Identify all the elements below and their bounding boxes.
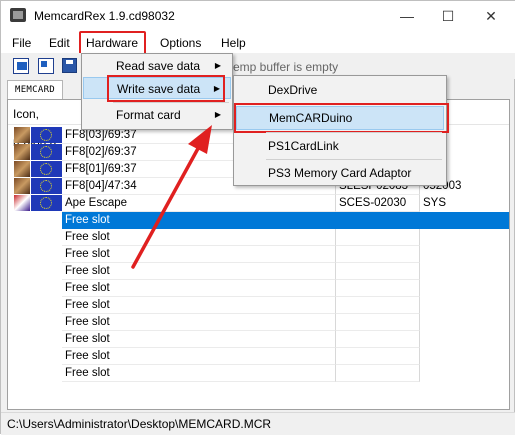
save-row[interactable]: Free slot [8, 212, 509, 229]
menu-hardware[interactable]: Hardware [79, 31, 146, 55]
row-icons [14, 178, 62, 195]
menu-file[interactable]: File [10, 34, 33, 52]
close-button[interactable]: ✕ [471, 3, 511, 29]
row-title: Free slot [62, 263, 336, 280]
hardware-dropdown: Read save data ▶ Write save data ▶ Forma… [81, 53, 233, 130]
menu-item-write-save-data[interactable]: Write save data ▶ [83, 75, 231, 102]
eu-flag-icon [31, 195, 62, 211]
row-title: Free slot [62, 212, 336, 229]
row-title: Free slot [62, 348, 336, 365]
row-region [420, 297, 509, 314]
row-region [420, 246, 509, 263]
submenu-arrow-icon: ▶ [214, 110, 221, 119]
open-card-icon[interactable] [38, 58, 54, 74]
row-icons [14, 195, 62, 212]
memory-card-app-icon [10, 8, 26, 22]
save-row[interactable]: Free slot [8, 297, 509, 314]
menu-help[interactable]: Help [219, 34, 248, 52]
menu-item-read-save-data[interactable]: Read save data ▶ [83, 55, 231, 77]
row-title: Free slot [62, 297, 336, 314]
menu-item-label: Read save data [116, 59, 201, 73]
row-product-code [336, 229, 420, 246]
row-region [420, 280, 509, 297]
menu-item-label: Format card [116, 108, 181, 122]
ff8-save-icon [14, 144, 30, 160]
annotation-highlight-box [234, 103, 449, 133]
menu-edit[interactable]: Edit [47, 34, 72, 52]
row-product-code: SCES-02030 [336, 195, 420, 212]
row-region [420, 348, 509, 365]
annotation-highlight-box [107, 75, 225, 102]
menu-separator [266, 159, 442, 160]
header-icon-region[interactable]: Icon, region a [10, 100, 62, 149]
eu-flag-icon [31, 178, 62, 194]
row-product-code [336, 365, 420, 382]
row-icons [14, 161, 62, 178]
annotation-highlight-box [79, 31, 146, 55]
submenu-item-ps1cardlink[interactable]: PS1CardLink [236, 134, 444, 158]
save-row[interactable]: Free slot [8, 314, 509, 331]
row-region [420, 229, 509, 246]
row-product-code [336, 212, 420, 229]
save-row[interactable]: Free slot [8, 348, 509, 365]
save-row[interactable]: Free slot [8, 365, 509, 382]
submenu-item-ps3-memory-card-adaptor[interactable]: PS3 Memory Card Adaptor [236, 161, 444, 185]
minimize-button[interactable]: — [387, 3, 427, 29]
save-row[interactable]: Free slot [8, 246, 509, 263]
row-title: Free slot [62, 280, 336, 297]
temp-buffer-status: emp buffer is empty [233, 60, 339, 74]
save-row[interactable]: Free slot [8, 263, 509, 280]
submenu-item-dexdrive[interactable]: DexDrive [236, 78, 444, 102]
menu-separator [113, 102, 229, 103]
ff8-save-icon [14, 161, 30, 177]
menu-item-format-card[interactable]: Format card ▶ [83, 104, 231, 126]
submenu-item-memcarduino[interactable]: MemCARDuino [234, 103, 449, 133]
row-product-code [336, 331, 420, 348]
save-row[interactable]: Free slot [8, 280, 509, 297]
menu-separator [266, 132, 442, 133]
ff8-save-icon [14, 127, 30, 143]
row-title: Free slot [62, 314, 336, 331]
row-product-code [336, 314, 420, 331]
row-region: SYS [423, 197, 447, 209]
row-region [420, 263, 509, 280]
row-region [420, 212, 509, 229]
menu-options[interactable]: Options [158, 34, 203, 52]
save-row[interactable]: Ape Escape SCES-02030 SYS [8, 195, 509, 212]
write-save-data-submenu: DexDrive MemCARDuino PS1CardLink PS3 Mem… [233, 75, 449, 186]
submenu-arrow-icon: ▶ [214, 61, 221, 70]
save-row[interactable]: Free slot [8, 229, 509, 246]
row-title: Free slot [62, 365, 336, 382]
menu-bar: File Edit Hardware Options Help [1, 31, 515, 55]
row-icons [14, 144, 62, 161]
row-region [420, 314, 509, 331]
eu-flag-icon [31, 127, 62, 143]
row-icons [14, 127, 62, 144]
save-row[interactable]: Free slot [8, 331, 509, 348]
row-title: Free slot [62, 331, 336, 348]
ff8-save-icon [14, 178, 30, 194]
row-region [420, 365, 509, 382]
row-product-code [336, 297, 420, 314]
status-bar: C:\Users\Administrator\Desktop\MEMCARD.M… [1, 412, 515, 435]
save-card-icon[interactable] [62, 58, 77, 73]
row-region [420, 331, 509, 348]
file-path: C:\Users\Administrator\Desktop\MEMCARD.M… [7, 417, 272, 431]
eu-flag-icon [31, 161, 62, 177]
row-product-code [336, 246, 420, 263]
app-window: MemcardRex 1.9.cd98032 — ☐ ✕ File Edit H… [0, 0, 515, 435]
title-bar: MemcardRex 1.9.cd98032 — ☐ ✕ [1, 1, 515, 31]
tab-memcard[interactable]: MEMCARD [7, 80, 63, 100]
row-product-code [336, 280, 420, 297]
new-card-icon[interactable] [13, 58, 29, 74]
window-title: MemcardRex 1.9.cd98032 [34, 9, 175, 23]
row-product-code [336, 348, 420, 365]
ape-escape-save-icon [14, 195, 30, 211]
eu-flag-icon [31, 144, 62, 160]
row-product-code [336, 263, 420, 280]
row-title: Ape Escape [62, 195, 336, 212]
row-title: Free slot [62, 229, 336, 246]
row-title: Free slot [62, 246, 336, 263]
maximize-button[interactable]: ☐ [428, 3, 468, 29]
